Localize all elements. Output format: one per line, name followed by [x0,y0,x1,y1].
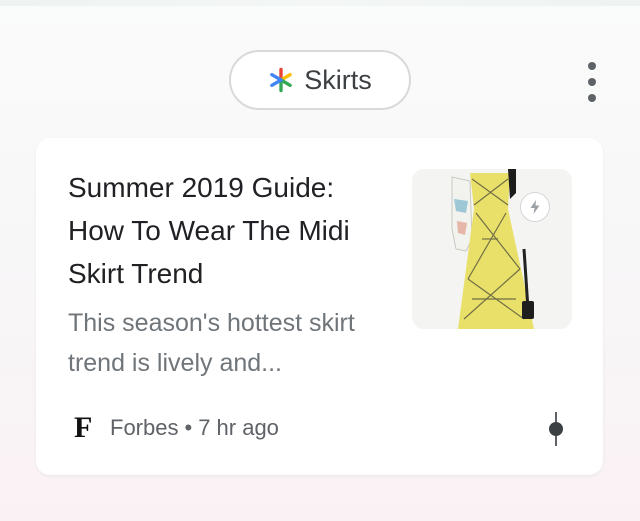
ellipsis-dot [588,94,596,102]
source-name: Forbes [110,415,179,440]
multicolor-asterisk-icon [270,67,293,93]
forbes-logo: F [74,411,93,444]
top-strip [0,0,640,6]
article-snippet: This season's hottest skirt trend is liv… [68,309,355,377]
more-options-dot [549,422,563,436]
news-card[interactable]: Summer 2019 Guide: How To Wear The Midi … [36,138,603,475]
topic-chip-label: Skirts [304,64,372,95]
ellipsis-dot [588,62,596,70]
more-options-icon[interactable] [546,412,566,446]
skirt-dress-photo [412,169,572,329]
article-headline[interactable]: Summer 2019 Guide: How To Wear The Midi … [68,166,388,295]
vertical-ellipsis-icon[interactable] [576,62,608,102]
article-source: F Forbes • 7 hr ago [74,410,279,446]
amp-lightning-icon [520,192,550,222]
meta-separator: • [184,415,193,440]
publish-time: 7 hr ago [198,415,279,440]
article-thumbnail[interactable] [412,169,572,329]
topic-chip-skirts[interactable]: Skirts [229,50,411,110]
ellipsis-dot [588,78,596,86]
